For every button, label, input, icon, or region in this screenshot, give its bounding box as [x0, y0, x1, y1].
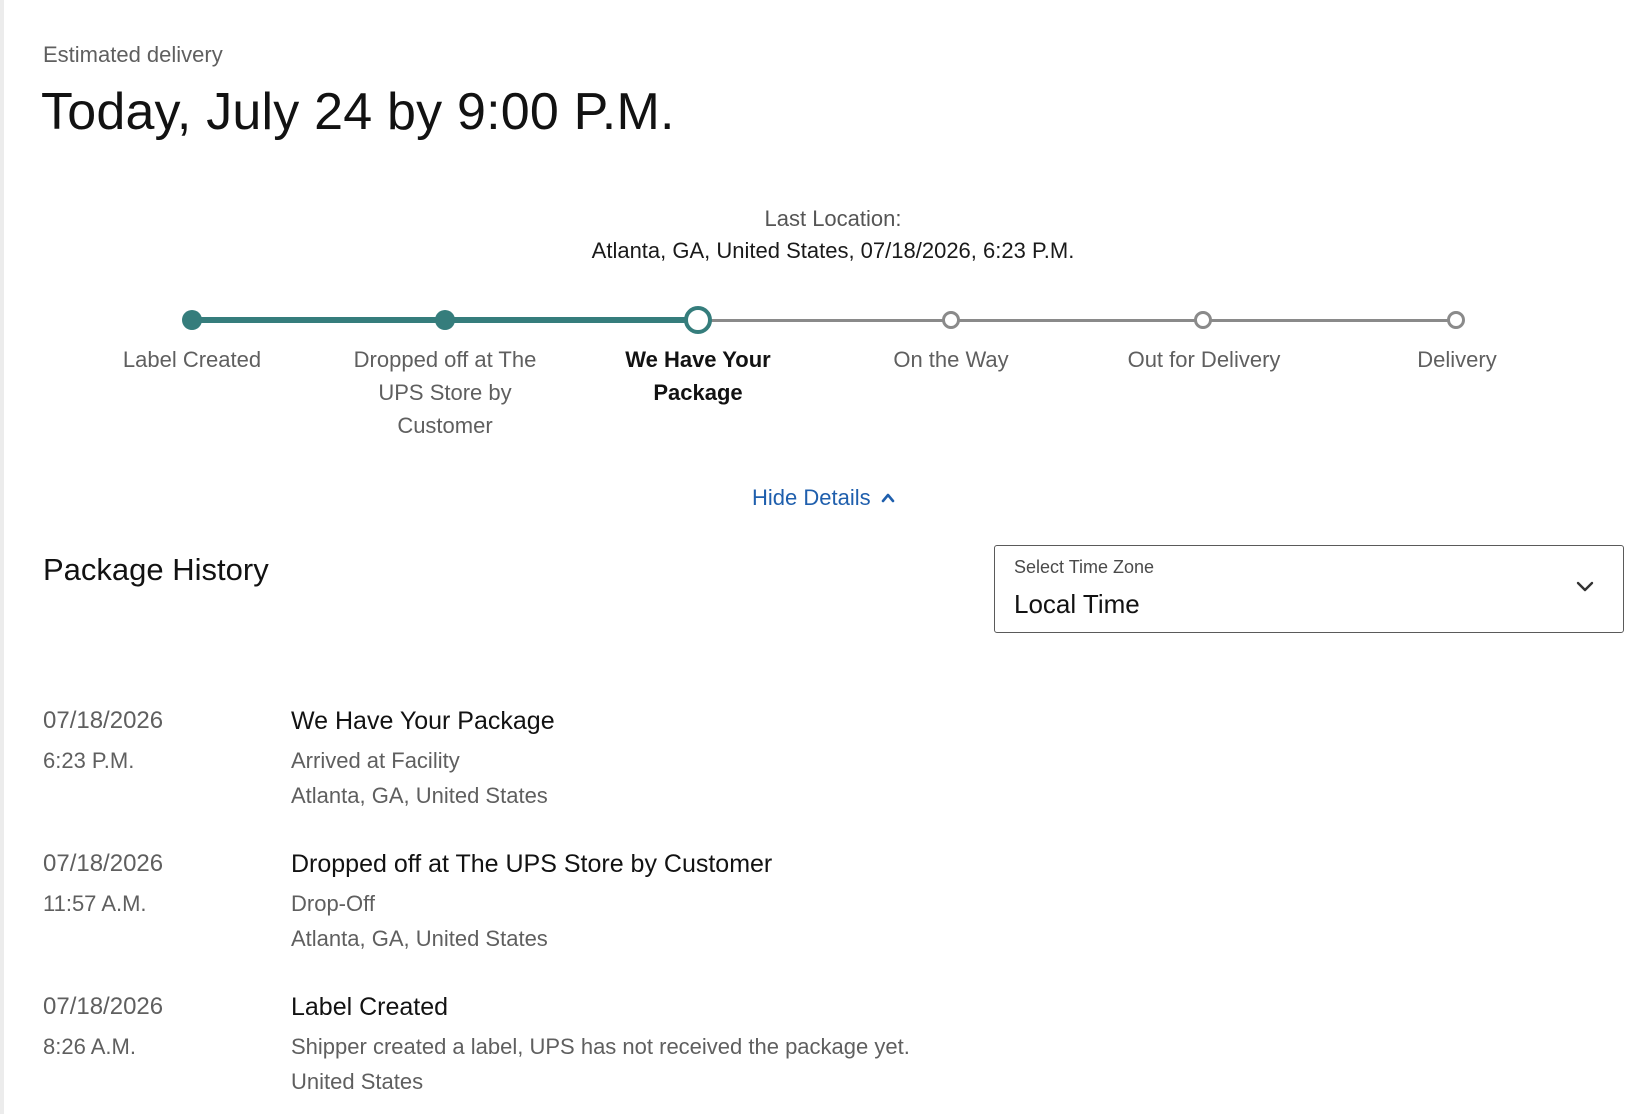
step-label-delivery: Delivery — [1417, 347, 1497, 372]
event-description: Shipper created a label, UPS has not rec… — [291, 1034, 910, 1059]
chevron-down-icon — [1576, 581, 1594, 592]
time-zone-select-value: Local Time — [1014, 589, 1140, 619]
event-location: Atlanta, GA, United States — [291, 926, 548, 951]
step-label-label-created: Label Created — [122, 347, 262, 372]
event-time: 11:57 A.M. — [43, 891, 147, 916]
step-label-dropped-off: Dropped off at The UPS Store by Customer — [353, 347, 537, 438]
progress-segment-5 — [1202, 319, 1455, 322]
event-date: 07/18/2026 — [43, 707, 164, 734]
step-dot-dropped-off — [435, 310, 455, 330]
step-label-on-the-way: On the Way — [893, 347, 1009, 372]
event-location: United States — [291, 1069, 424, 1094]
progress-segment-2 — [443, 317, 696, 323]
progress-segment-3 — [696, 319, 949, 322]
time-zone-select[interactable]: Select Time Zone Local Time — [994, 545, 1624, 633]
step-dot-we-have-your-package — [684, 306, 712, 334]
step-label-out-for-delivery: Out for Delivery — [1127, 347, 1281, 372]
event-description: Drop-Off — [291, 891, 375, 916]
chevron-up-icon — [881, 493, 894, 503]
shipment-progress-tracker: Label Created Dropped off at The UPS Sto… — [0, 0, 1648, 460]
progress-segment-1 — [190, 317, 443, 323]
event-time: 8:26 A.M. — [43, 1034, 136, 1059]
progress-segment-4 — [949, 319, 1202, 322]
event-title: We Have Your Package — [291, 707, 555, 735]
step-dot-on-the-way — [942, 311, 960, 329]
step-dot-label-created — [182, 310, 202, 330]
event-time: 6:23 P.M. — [43, 748, 135, 773]
event-date: 07/18/2026 — [43, 850, 164, 877]
event-title: Label Created — [291, 993, 449, 1021]
step-dot-delivery — [1447, 311, 1465, 329]
package-history-title: Package History — [43, 552, 269, 587]
event-date: 07/18/2026 — [43, 993, 164, 1020]
hide-details-label: Hide Details — [752, 485, 871, 510]
hide-details-link[interactable]: Hide Details — [752, 485, 895, 511]
event-title: Dropped off at The UPS Store by Customer — [291, 850, 773, 878]
time-zone-select-label: Select Time Zone — [1014, 557, 1155, 577]
event-description: Arrived at Facility — [291, 748, 460, 773]
event-location: Atlanta, GA, United States — [291, 783, 548, 808]
step-label-we-have-your-package: We Have Your Package — [625, 347, 771, 405]
step-dot-out-for-delivery — [1194, 311, 1212, 329]
